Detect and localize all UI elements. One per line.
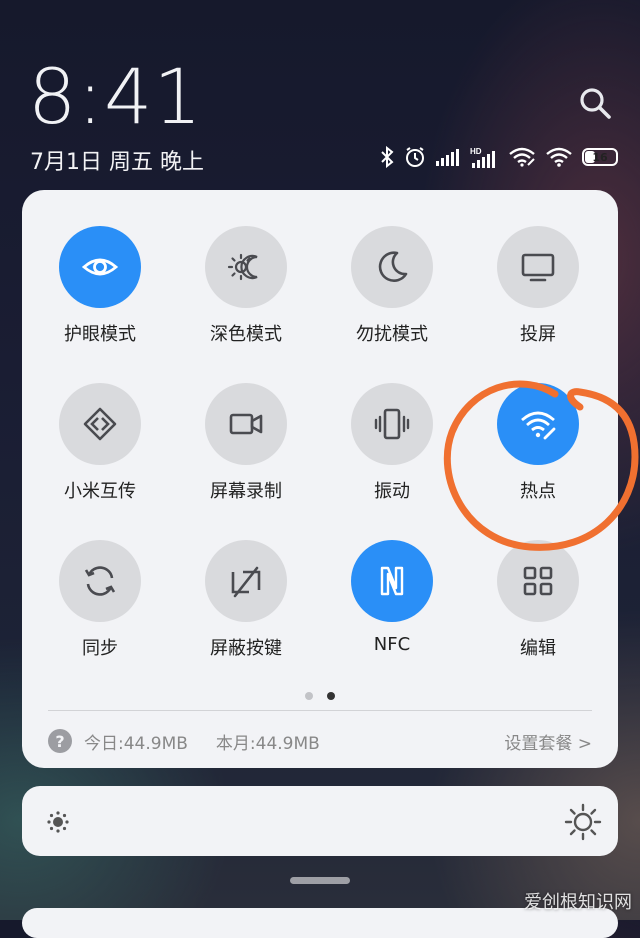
brightness-slider[interactable] xyxy=(22,786,618,856)
tile-label: 投屏 xyxy=(520,324,556,345)
search-icon[interactable] xyxy=(578,86,612,120)
brightness-high-icon xyxy=(564,803,602,841)
blockkeys-toggle[interactable] xyxy=(205,540,287,622)
data-today: 今日:44.9MB xyxy=(84,733,188,754)
eye-icon xyxy=(81,258,119,276)
tile-sync[interactable]: 同步 xyxy=(27,540,173,660)
tile-label: 护眼模式 xyxy=(64,324,136,345)
nfc-icon xyxy=(380,566,404,596)
page-dot[interactable] xyxy=(327,692,335,700)
set-plan-link[interactable]: 设置套餐 > xyxy=(504,729,592,754)
wifi-hotspot-icon xyxy=(509,147,535,167)
tile-label: 屏幕录制 xyxy=(210,481,282,502)
eye-toggle[interactable] xyxy=(59,226,141,308)
tile-blockkeys[interactable]: 屏蔽按键 xyxy=(173,540,319,660)
tile-label: 深色模式 xyxy=(210,324,282,345)
divider xyxy=(48,710,592,711)
share-icon xyxy=(83,407,117,441)
tile-record[interactable]: 屏幕录制 xyxy=(173,383,319,503)
signal-icon xyxy=(436,149,459,166)
annotation-circle xyxy=(443,380,639,551)
video-camera-icon xyxy=(229,413,263,435)
tile-label: 勿扰模式 xyxy=(356,324,428,345)
vibrate-icon xyxy=(374,408,410,440)
wifi-icon xyxy=(546,147,572,167)
nfc-toggle[interactable] xyxy=(351,540,433,622)
tile-label: 编辑 xyxy=(520,638,556,659)
tile-dnd[interactable]: 勿扰模式 xyxy=(319,226,465,346)
cast-toggle[interactable] xyxy=(497,226,579,308)
status-bar: HD 16 xyxy=(380,146,618,168)
page-dot[interactable] xyxy=(305,692,313,700)
tile-dark[interactable]: 深色模式 xyxy=(173,226,319,346)
drag-handle[interactable] xyxy=(290,877,350,884)
tile-label: 同步 xyxy=(82,638,118,659)
tile-label: 小米互传 xyxy=(64,481,136,502)
dnd-toggle[interactable] xyxy=(351,226,433,308)
sync-toggle[interactable] xyxy=(59,540,141,622)
sync-icon xyxy=(84,566,116,596)
svg-text:HD: HD xyxy=(470,147,482,156)
battery-icon: 16 xyxy=(582,148,618,166)
bluetooth-icon xyxy=(381,146,394,168)
battery-level: 16 xyxy=(592,150,608,164)
data-month: 本月:44.9MB xyxy=(215,733,320,754)
dark-mode-icon xyxy=(227,253,258,281)
share-toggle[interactable] xyxy=(59,383,141,465)
block-keys-icon xyxy=(231,566,261,598)
record-toggle[interactable] xyxy=(205,383,287,465)
clock-date: 7月1日 周五 晚上 xyxy=(30,150,204,175)
page-indicator xyxy=(22,692,618,700)
dark-toggle[interactable] xyxy=(205,226,287,308)
watermark: 爱创根知识网 xyxy=(524,892,632,913)
tile-label: NFC xyxy=(373,634,411,655)
tile-label: 振动 xyxy=(374,481,410,502)
tile-eye[interactable]: 护眼模式 xyxy=(27,226,173,346)
tile-share[interactable]: 小米互传 xyxy=(27,383,173,503)
signal-hd-icon: HD xyxy=(470,147,495,168)
data-usage-row: ? 今日:44.9MB 本月:44.9MB 设置套餐 > xyxy=(48,726,592,756)
alarm-icon xyxy=(406,147,424,167)
grid-icon xyxy=(523,566,553,596)
tile-cast[interactable]: 投屏 xyxy=(465,226,611,346)
clock-time: 8:41 xyxy=(28,52,203,141)
monitor-icon xyxy=(521,253,555,282)
tile-label: 屏蔽按键 xyxy=(210,638,282,659)
vibrate-toggle[interactable] xyxy=(351,383,433,465)
brightness-low-icon xyxy=(47,811,69,833)
help-icon[interactable]: ? xyxy=(48,729,72,753)
moon-icon xyxy=(378,251,408,282)
